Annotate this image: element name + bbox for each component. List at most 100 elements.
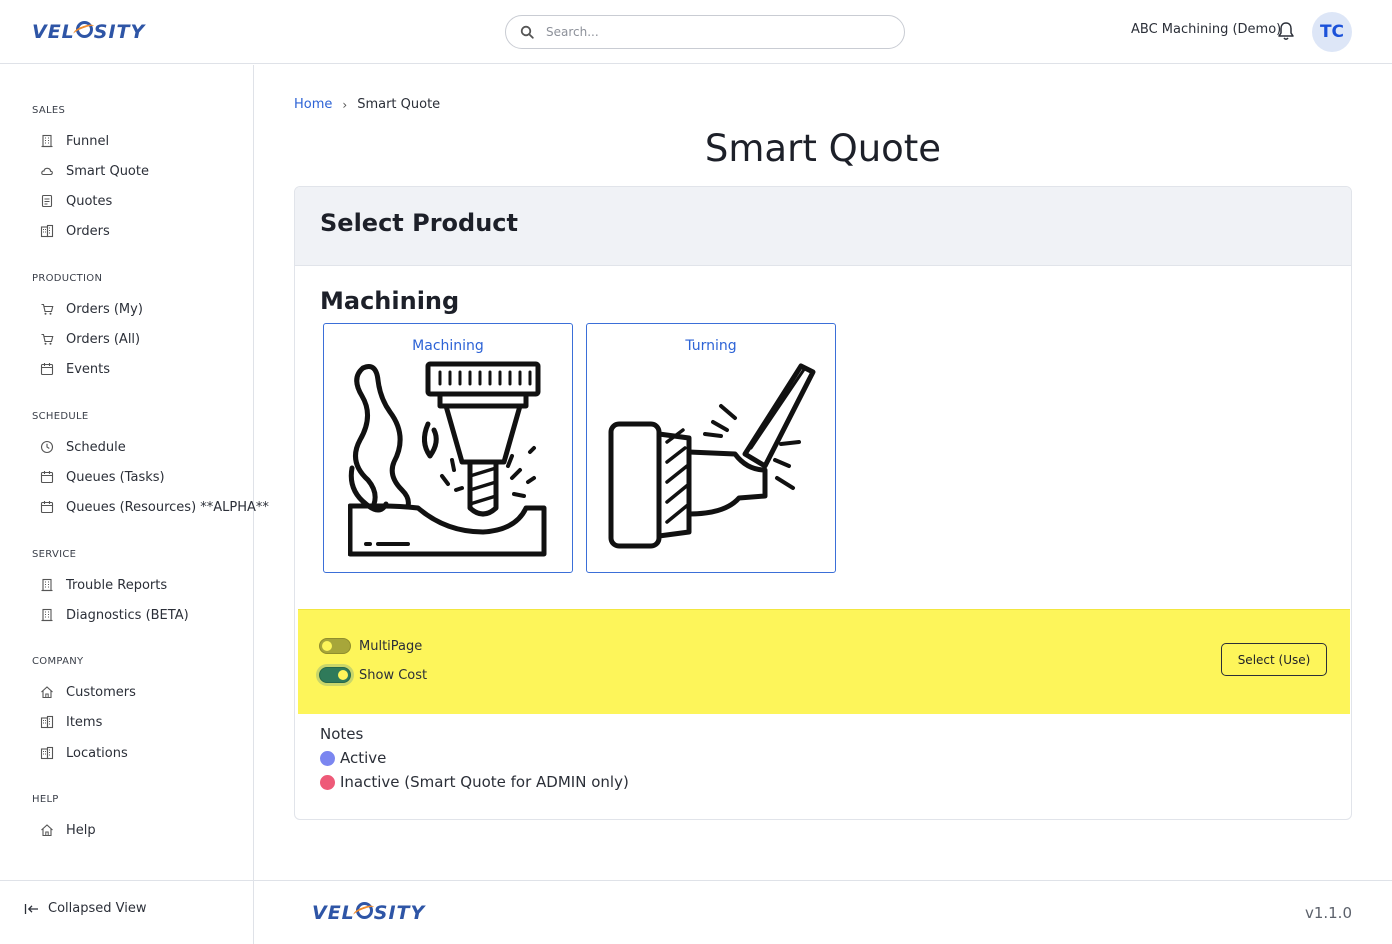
footer-velocity-logo: VEL SITY bbox=[312, 895, 425, 931]
buildings-icon bbox=[40, 715, 54, 729]
inactive-dot bbox=[320, 774, 335, 790]
home-icon bbox=[41, 824, 53, 837]
avatar[interactable]: TC bbox=[1312, 12, 1352, 52]
logo-o-mark bbox=[355, 901, 373, 919]
product-tile-turning[interactable]: Turning bbox=[586, 323, 836, 573]
sidebar-section-help: HELP bbox=[32, 794, 59, 805]
sidebar: SALES Funnel Smart Quote Quotes Orders P… bbox=[0, 65, 269, 944]
home-icon bbox=[41, 686, 53, 699]
app-version: v1.1.0 bbox=[1304, 904, 1352, 922]
product-tile-label: Machining bbox=[412, 338, 484, 354]
sidebar-item-label: Orders (All) bbox=[66, 331, 141, 347]
sidebar-item-label: Orders (My) bbox=[66, 301, 143, 317]
switch-knob bbox=[338, 670, 348, 680]
show-cost-toggle[interactable]: Show Cost bbox=[319, 667, 427, 683]
note-active-label: Active bbox=[340, 749, 387, 767]
card-header: Select Product bbox=[295, 187, 1351, 266]
sidebar-section-sales: SALES bbox=[32, 105, 66, 116]
bell-icon[interactable] bbox=[1277, 21, 1295, 41]
sidebar-section-service: SERVICE bbox=[32, 549, 77, 560]
buildings-icon bbox=[40, 224, 54, 238]
card-title: Select Product bbox=[320, 209, 518, 237]
sidebar-section-company: COMPANY bbox=[32, 656, 84, 667]
quote-options-panel: MultiPage Show Cost Select (Use) bbox=[298, 609, 1350, 714]
logo-text-right: SITY bbox=[93, 21, 146, 43]
cart-icon bbox=[41, 303, 54, 315]
buildings-icon bbox=[40, 746, 54, 760]
sidebar-item-queues-tasks[interactable]: Queues (Tasks) bbox=[40, 466, 165, 488]
building-icon bbox=[41, 134, 53, 148]
multipage-switch[interactable] bbox=[319, 638, 351, 654]
sidebar-item-orders-my[interactable]: Orders (My) bbox=[40, 298, 143, 320]
breadcrumb-home[interactable]: Home bbox=[294, 97, 332, 112]
building-icon bbox=[41, 578, 53, 592]
page-title: Smart Quote bbox=[704, 127, 942, 170]
breadcrumb-separator: › bbox=[342, 97, 348, 112]
sidebar-section-schedule: SCHEDULE bbox=[32, 411, 89, 422]
sidebar-item-label: Diagnostics (BETA) bbox=[66, 607, 189, 623]
sidebar-item-label: Help bbox=[66, 822, 96, 838]
product-tile-machining[interactable]: Machining bbox=[323, 323, 573, 573]
sidebar-item-locations[interactable]: Locations bbox=[40, 742, 128, 764]
sidebar-item-orders[interactable]: Orders bbox=[40, 220, 110, 242]
sidebar-item-trouble-reports[interactable]: Trouble Reports bbox=[40, 574, 167, 596]
top-bar: VEL SITY ABC Machining (Demo) TC bbox=[0, 0, 1392, 64]
search-box[interactable] bbox=[505, 15, 905, 49]
sidebar-item-quotes[interactable]: Quotes bbox=[40, 190, 112, 212]
search-icon bbox=[520, 25, 534, 39]
lathe-turning-icon bbox=[608, 363, 816, 549]
sidebar-item-customers[interactable]: Customers bbox=[40, 681, 136, 703]
sidebar-item-smart-quote[interactable]: Smart Quote bbox=[40, 160, 149, 182]
sidebar-divider bbox=[0, 880, 253, 881]
sidebar-item-help[interactable]: Help bbox=[40, 819, 96, 841]
switch-knob bbox=[322, 641, 332, 651]
sidebar-item-funnel[interactable]: Funnel bbox=[40, 130, 109, 152]
sidebar-item-queues-resources[interactable]: Queues (Resources) **ALPHA** bbox=[40, 496, 269, 518]
logo-o-mark bbox=[75, 20, 93, 38]
multipage-label: MultiPage bbox=[359, 638, 423, 654]
logo-text-left: VEL bbox=[312, 902, 355, 924]
velocity-logo[interactable]: VEL SITY bbox=[32, 14, 145, 50]
product-group-title: Machining bbox=[320, 287, 460, 315]
active-dot bbox=[320, 750, 335, 766]
show-cost-label: Show Cost bbox=[359, 667, 428, 683]
sidebar-item-label: Events bbox=[66, 361, 111, 377]
note-active: Active bbox=[320, 749, 386, 767]
cart-icon bbox=[41, 333, 54, 345]
clock-icon bbox=[40, 440, 54, 454]
logo-text-right: SITY bbox=[373, 902, 426, 924]
sidebar-item-label: Queues (Tasks) bbox=[66, 469, 165, 485]
sidebar-item-label: Items bbox=[66, 714, 103, 730]
document-icon bbox=[41, 194, 53, 208]
building-icon bbox=[41, 608, 53, 622]
collapse-view-button[interactable]: Collapsed View bbox=[24, 901, 146, 916]
sidebar-item-label: Queues (Resources) **ALPHA** bbox=[66, 499, 269, 515]
breadcrumb-current: Smart Quote bbox=[357, 97, 441, 112]
sidebar-item-label: Schedule bbox=[66, 439, 126, 455]
cloud-icon bbox=[41, 167, 53, 176]
company-name[interactable]: ABC Machining (Demo) bbox=[1131, 22, 1281, 37]
calendar-icon bbox=[40, 471, 54, 484]
product-tile-label: Turning bbox=[685, 338, 737, 354]
show-cost-switch[interactable] bbox=[319, 667, 351, 683]
milling-machine-icon bbox=[348, 361, 547, 557]
sidebar-item-label: Locations bbox=[66, 745, 128, 761]
sidebar-item-label: Orders bbox=[66, 223, 110, 239]
calendar-icon bbox=[40, 501, 54, 514]
select-use-button[interactable]: Select (Use) bbox=[1221, 643, 1327, 676]
sidebar-item-diagnostics[interactable]: Diagnostics (BETA) bbox=[40, 604, 189, 626]
sidebar-item-items[interactable]: Items bbox=[40, 711, 102, 733]
collapse-view-label: Collapsed View bbox=[48, 901, 147, 916]
sidebar-item-events[interactable]: Events bbox=[40, 358, 110, 380]
sidebar-section-production: PRODUCTION bbox=[32, 273, 103, 284]
sidebar-item-orders-all[interactable]: Orders (All) bbox=[40, 328, 140, 350]
sidebar-item-schedule[interactable]: Schedule bbox=[40, 436, 126, 458]
sidebar-item-label: Smart Quote bbox=[66, 163, 149, 179]
footer: VEL SITY v1.1.0 bbox=[254, 880, 1392, 944]
multipage-toggle[interactable]: MultiPage bbox=[319, 638, 422, 654]
note-inactive: Inactive (Smart Quote for ADMIN only) bbox=[320, 773, 629, 791]
search-input[interactable] bbox=[546, 22, 886, 42]
sidebar-item-label: Trouble Reports bbox=[66, 577, 168, 593]
note-inactive-label: Inactive (Smart Quote for ADMIN only) bbox=[340, 773, 629, 791]
breadcrumb: Home › Smart Quote bbox=[294, 97, 440, 112]
